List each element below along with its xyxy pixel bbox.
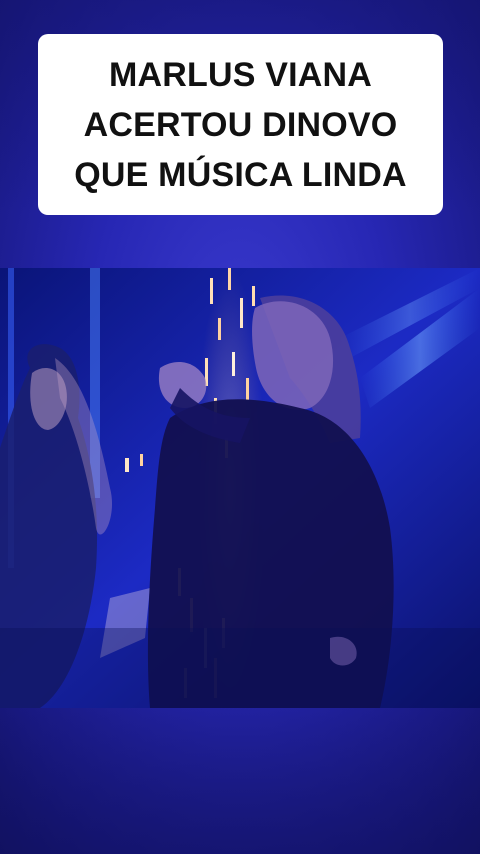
caption-box: MARLUS VIANA ACERTOU DINOVO QUE MÚSICA L… (38, 34, 443, 215)
concert-scene-image (0, 268, 480, 708)
caption-line-3: QUE MÚSICA LINDA (74, 155, 407, 194)
video-frame[interactable] (0, 268, 480, 708)
caption-line-2: ACERTOU DINOVO (83, 105, 398, 144)
caption-line-1: MARLUS VIANA (108, 55, 373, 94)
floor-haze (0, 628, 480, 708)
